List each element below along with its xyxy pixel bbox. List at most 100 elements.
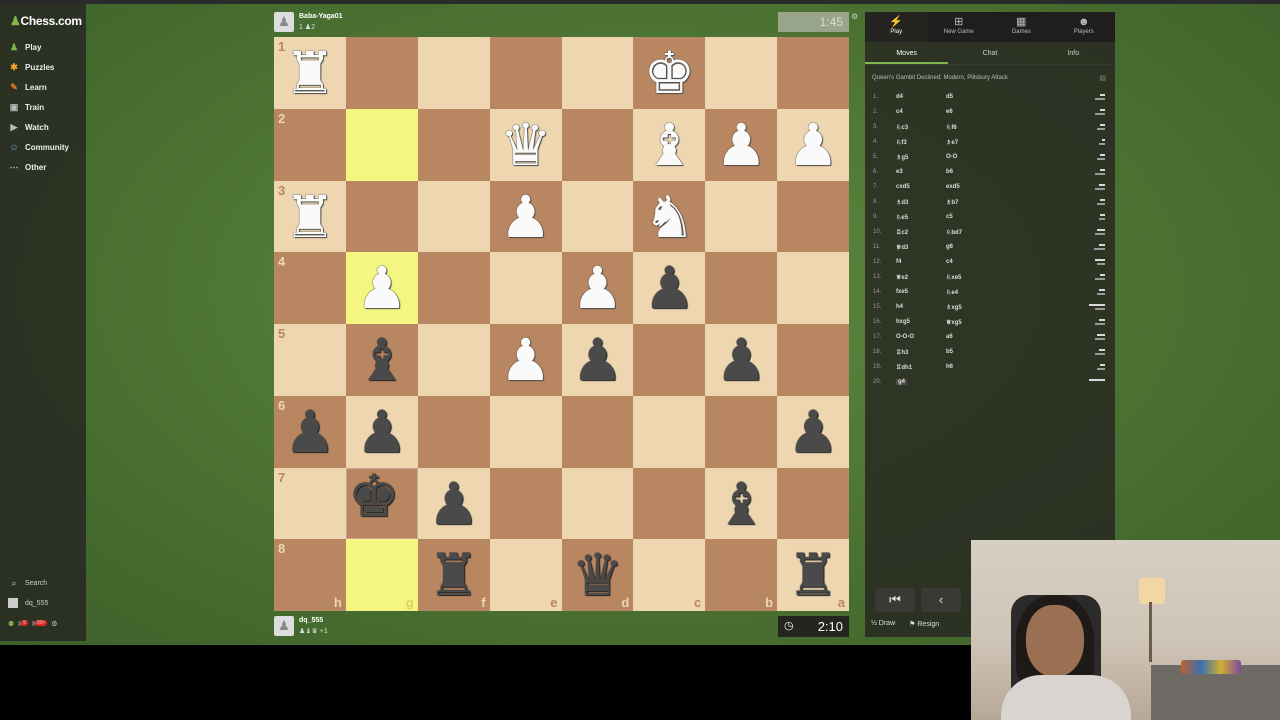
sidebar-item-other[interactable]: ⋯ Other	[8, 159, 47, 175]
white-move[interactable]: ♖h3	[896, 349, 908, 356]
square-c7[interactable]	[633, 467, 706, 540]
square-e4[interactable]	[489, 252, 562, 324]
square-a8[interactable]: a ♜	[777, 539, 849, 611]
black-move[interactable]: O-O	[946, 154, 957, 160]
square-a3[interactable]	[777, 180, 849, 253]
white-rook-icon[interactable]: ♜	[274, 181, 346, 253]
square-b7[interactable]: ♝	[705, 467, 778, 540]
black-pawn-icon[interactable]: ♟	[346, 396, 418, 468]
opening-name[interactable]: Queen's Gambit Declined: Modern, Pillsbu…	[872, 75, 1008, 81]
square-f5[interactable]	[417, 324, 490, 396]
draw-button[interactable]: ½ Draw	[871, 620, 895, 628]
square-g2[interactable]	[345, 108, 418, 181]
black-move[interactable]: ♗xg5	[946, 304, 962, 311]
square-h2[interactable]: 2	[274, 108, 346, 181]
white-move[interactable]: ♕d3	[896, 244, 908, 251]
friends-icon[interactable]: ⚉	[8, 620, 14, 628]
square-f3[interactable]	[417, 180, 490, 253]
sidebar-item-train[interactable]: ▣ Train	[8, 99, 44, 115]
square-e7[interactable]	[489, 467, 562, 540]
square-c8[interactable]: c	[633, 539, 706, 611]
white-king-icon[interactable]: ♚	[633, 37, 705, 109]
tab-new-game[interactable]: ⊞ New Game	[928, 12, 991, 42]
square-f4[interactable]	[417, 252, 490, 324]
square-b4[interactable]	[705, 252, 778, 324]
subtab-moves[interactable]: Moves	[865, 44, 949, 64]
white-queen-icon[interactable]: ♛	[490, 109, 562, 181]
sidebar-item-puzzles[interactable]: ✱ Puzzles	[8, 59, 54, 75]
black-pawn-icon[interactable]: ♟	[274, 396, 346, 468]
white-pawn-icon[interactable]: ♟	[490, 181, 562, 253]
white-move[interactable]: e3	[896, 169, 903, 175]
square-g3[interactable]	[345, 180, 418, 253]
square-e1[interactable]	[489, 37, 562, 109]
square-b5[interactable]: ♟	[705, 324, 778, 396]
black-move[interactable]: g6	[946, 244, 953, 250]
square-d6[interactable]	[561, 395, 634, 468]
black-bishop-icon[interactable]: ♝	[705, 468, 777, 540]
black-move[interactable]: b5	[946, 349, 953, 355]
white-bishop-icon[interactable]: ♝	[633, 109, 705, 181]
white-move[interactable]: ♘c3	[896, 124, 908, 131]
black-move[interactable]: c5	[946, 214, 953, 220]
white-move[interactable]: fxe5	[896, 289, 908, 295]
square-b3[interactable]	[705, 180, 778, 253]
square-d4[interactable]: ♟	[561, 252, 634, 324]
black-move[interactable]: ♘xe5	[946, 274, 961, 281]
square-d1[interactable]	[561, 37, 634, 109]
black-queen-icon[interactable]: ♛	[562, 539, 634, 611]
square-b1[interactable]	[705, 37, 778, 109]
square-f1[interactable]	[417, 37, 490, 109]
white-pawn-icon[interactable]: ♟	[562, 252, 634, 324]
square-d8[interactable]: d ♛	[561, 539, 634, 611]
square-g8[interactable]: g	[345, 539, 418, 611]
black-move[interactable]: e6	[946, 109, 953, 115]
white-move[interactable]: ♗g5	[896, 154, 908, 161]
square-c2[interactable]: ♝	[633, 108, 706, 181]
black-move[interactable]: d5	[946, 94, 953, 100]
white-move[interactable]: ♘e5	[896, 214, 908, 221]
black-move[interactable]: ♘e4	[946, 289, 958, 296]
square-f7[interactable]: ♟	[417, 467, 490, 540]
chesscom-logo[interactable]: ♟Chess.com	[10, 14, 82, 28]
white-move[interactable]: h4	[896, 304, 903, 310]
square-a1[interactable]	[777, 37, 849, 109]
resign-button[interactable]: ⚑ Resign	[909, 620, 939, 628]
square-a5[interactable]	[777, 324, 849, 396]
square-g4[interactable]: ♟	[345, 252, 418, 324]
square-d3[interactable]	[561, 180, 634, 253]
subtab-chat[interactable]: Chat	[948, 44, 1031, 64]
white-pawn-icon[interactable]: ♟	[705, 109, 777, 181]
square-h1[interactable]: 1 ♜	[274, 37, 346, 109]
white-move[interactable]: ♖dh1	[896, 364, 912, 371]
square-e6[interactable]	[489, 395, 562, 468]
opening-book-icon[interactable]: ▤	[1099, 74, 1106, 82]
square-c5[interactable]	[633, 324, 706, 396]
sidebar-item-play[interactable]: ♟ Play	[8, 39, 42, 55]
square-f8[interactable]: f ♜	[417, 539, 490, 611]
square-h4[interactable]: 4	[274, 252, 346, 324]
top-player-avatar[interactable]: ♟	[274, 12, 294, 32]
black-move[interactable]: exd5	[946, 184, 960, 190]
square-f2[interactable]	[417, 108, 490, 181]
sidebar-search[interactable]: ⌕ Search	[8, 578, 47, 589]
square-f6[interactable]	[417, 395, 490, 468]
sidebar-item-watch[interactable]: ▶ Watch	[8, 119, 49, 135]
bottom-player-name[interactable]: dq_555	[299, 617, 323, 624]
white-pawn-icon[interactable]: ♟	[490, 324, 562, 396]
square-g1[interactable]	[345, 37, 418, 109]
black-rook-icon[interactable]: ♜	[418, 539, 490, 611]
previous-move-button[interactable]: ‹	[921, 588, 961, 612]
square-d5[interactable]: ♟	[561, 324, 634, 396]
top-player-name[interactable]: Baba-Yaga01	[299, 13, 343, 20]
black-move[interactable]: ♗e7	[946, 139, 958, 146]
square-c1[interactable]: ♚	[633, 37, 706, 109]
white-move[interactable]: g4	[896, 379, 908, 385]
square-h5[interactable]: 5	[274, 324, 346, 396]
white-pawn-icon[interactable]: ♟	[777, 109, 849, 181]
black-pawn-icon[interactable]: ♟	[562, 324, 634, 396]
black-move[interactable]: b6	[946, 169, 953, 175]
square-e8[interactable]: e	[489, 539, 562, 611]
white-move[interactable]: ♗d3	[896, 199, 908, 206]
notifications-icon[interactable]: ✉99+	[32, 620, 48, 628]
